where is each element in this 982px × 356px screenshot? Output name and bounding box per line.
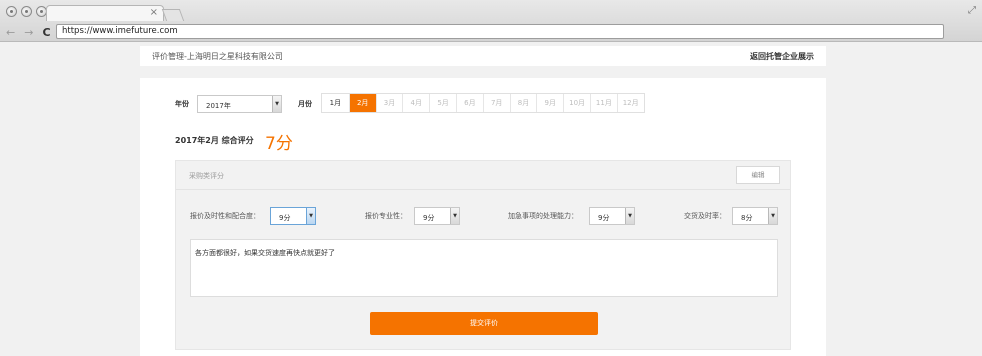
page-title: 评价管理-上海明日之星科技有限公司 [152,52,283,61]
page-header: 评价管理-上海明日之星科技有限公司 返回托管企业展示 [140,46,826,66]
month-option-disabled: 5月 [429,94,456,112]
chevron-down-icon: ▼ [625,208,634,224]
month-option-disabled: 10月 [563,94,590,112]
month-label: 月份 [298,100,312,108]
quote-timeliness-select[interactable]: 9分 ▼ [270,207,316,225]
procurement-rating-section: 采购类评分 编辑 报价及时性和配合度： 9分 ▼ 报价专业性： 9分 ▼ 加急事… [175,160,791,350]
month-option-disabled: 9月 [536,94,564,112]
summary-heading: 2017年2月 综合评分 [175,136,254,145]
edit-button[interactable]: 编辑 [736,166,780,184]
browser-nav: ← → C [6,26,51,39]
minimize-window-icon[interactable] [21,6,32,17]
month-option-disabled: 6月 [455,94,483,112]
month-option-disabled: 4月 [402,94,430,112]
field-label-urgent-handling: 加急事项的处理能力： [508,212,578,220]
month-option-disabled: 11月 [589,94,617,112]
quote-professionalism-value: 9分 [423,214,435,222]
delivery-rate-select[interactable]: 8分 ▼ [732,207,778,225]
field-label-quote-professionalism: 报价专业性： [365,212,407,220]
section-header: 采购类评分 编辑 [176,161,790,190]
section-title: 采购类评分 [189,172,224,180]
month-option-selected[interactable]: 2月 [348,94,376,112]
comment-textarea[interactable]: 各方面都很好，如果交货速度再快点就更好了 [190,239,778,297]
year-select-value: 2017年 [206,102,231,110]
delivery-rate-value: 8分 [741,214,753,222]
month-option-disabled: 3月 [375,94,403,112]
quote-timeliness-value: 9分 [279,214,291,222]
browser-chrome: × ⤢ ← → C https://www.imefuture.com [0,0,982,42]
field-label-delivery-rate: 交货及时率： [684,212,726,220]
fullscreen-icon[interactable]: ⤢ [968,5,976,16]
overall-score: 7分 [265,134,293,154]
year-select[interactable]: 2017年 ▼ [197,95,282,113]
urgent-handling-value: 9分 [598,214,610,222]
chevron-down-icon: ▼ [450,208,459,224]
close-window-icon[interactable] [6,6,17,17]
year-label: 年份 [175,100,189,108]
evaluation-card: 年份 2017年 ▼ 月份 1月 2月 3月 4月 5月 6月 7月 8月 9月… [140,78,826,356]
month-option[interactable]: 1月 [322,94,349,112]
new-tab-button[interactable] [161,9,185,21]
back-to-showcase-link[interactable]: 返回托管企业展示 [750,51,814,62]
chevron-down-icon: ▼ [272,96,281,112]
quote-professionalism-select[interactable]: 9分 ▼ [414,207,460,225]
reload-icon[interactable]: C [42,26,50,39]
month-option-disabled: 8月 [509,94,537,112]
chevron-down-icon: ▼ [768,208,777,224]
urgent-handling-select[interactable]: 9分 ▼ [589,207,635,225]
month-option-disabled: 7月 [482,94,510,112]
submit-evaluation-button[interactable]: 提交评价 [370,312,598,335]
address-bar[interactable]: https://www.imefuture.com [56,24,944,39]
chevron-down-icon: ▼ [306,208,315,224]
tab-close-icon[interactable]: × [150,7,158,18]
browser-tab[interactable]: × [46,5,164,21]
field-label-quote-timeliness: 报价及时性和配合度： [190,212,260,220]
month-selector: 1月 2月 3月 4月 5月 6月 7月 8月 9月 10月 11月 12月 [321,93,645,113]
back-arrow-icon[interactable]: ← [6,26,15,39]
forward-arrow-icon[interactable]: → [24,26,33,39]
window-controls [6,6,47,17]
month-option-disabled: 12月 [616,94,644,112]
